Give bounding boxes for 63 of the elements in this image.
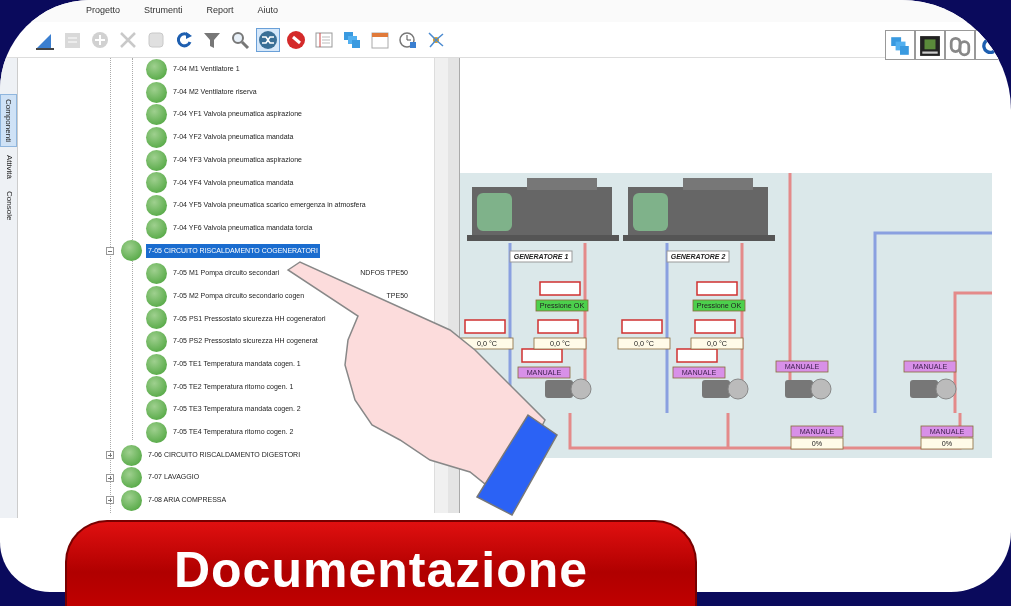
- alarm-field: [694, 319, 736, 334]
- side-tab[interactable]: Attività: [0, 151, 17, 184]
- alarm-field: [539, 281, 581, 296]
- collapse-box[interactable]: [106, 246, 114, 255]
- alarm-field: [676, 348, 718, 363]
- status-dot-icon: [146, 353, 167, 375]
- photo-icon: [919, 34, 941, 57]
- status-dot-icon: [146, 308, 167, 330]
- status-dot-icon: [146, 285, 167, 307]
- status-dot-icon: [146, 194, 167, 216]
- add-icon: [90, 29, 110, 50]
- menu-item[interactable]: Progetto: [86, 4, 121, 18]
- shuffle-button[interactable]: [256, 27, 280, 52]
- alarm-field: [537, 319, 579, 334]
- pump-drawing: [545, 378, 592, 400]
- clock-icon: [398, 29, 418, 50]
- status-dot-icon: [121, 444, 142, 466]
- stop-icon: [286, 29, 306, 50]
- status-dot-icon: [121, 240, 142, 262]
- status-dot-icon: [146, 331, 167, 353]
- pump-drawing: [702, 378, 749, 400]
- alarm-field: [521, 348, 563, 363]
- alarm-field: [464, 319, 506, 334]
- pump-drawing: [910, 378, 957, 400]
- network-icon: [426, 29, 446, 50]
- calendar-icon: [370, 29, 390, 50]
- status-dot-icon: [146, 172, 167, 194]
- status-dot-icon: [146, 376, 167, 398]
- chain-icon: [949, 34, 971, 57]
- label-plate: [666, 250, 730, 263]
- expand-box[interactable]: [106, 451, 114, 460]
- side-tab[interactable]: Console: [0, 187, 17, 225]
- pump-drawing: [785, 378, 832, 400]
- list-icon: [314, 29, 334, 50]
- alarm-field: [621, 319, 663, 334]
- search-icon: [230, 29, 250, 50]
- layers-icon: [342, 29, 362, 50]
- expand-box[interactable]: [106, 473, 114, 482]
- status-dot-icon: [146, 399, 167, 421]
- status-dot-icon: [146, 81, 167, 103]
- shuffle-icon: [258, 29, 278, 50]
- status-dot-icon: [146, 104, 167, 126]
- status-dot-icon: [146, 149, 167, 171]
- layers-icon: [889, 34, 911, 57]
- documentation-button[interactable]: Documentazione: [65, 520, 697, 606]
- status-dot-icon: [146, 421, 167, 443]
- expand-box[interactable]: [106, 496, 114, 505]
- status-dot-icon: [146, 58, 167, 80]
- menu-item[interactable]: Report: [206, 4, 234, 18]
- side-tab[interactable]: Componenti: [0, 94, 17, 148]
- refresh-icon: [174, 29, 194, 50]
- photo-button[interactable]: [915, 30, 945, 60]
- status-dot-icon: [121, 489, 142, 511]
- label-plate: [509, 250, 573, 263]
- menu-item[interactable]: Aiuto: [257, 4, 279, 18]
- alarm-field: [696, 281, 738, 296]
- status-dot-icon: [146, 217, 167, 239]
- status-dot-icon: [121, 467, 142, 489]
- menu-item[interactable]: Strumenti: [144, 4, 183, 18]
- square-icon: [146, 29, 166, 50]
- status-dot-icon: [146, 263, 167, 285]
- delete-icon: [118, 29, 138, 50]
- status-dot-icon: [146, 126, 167, 148]
